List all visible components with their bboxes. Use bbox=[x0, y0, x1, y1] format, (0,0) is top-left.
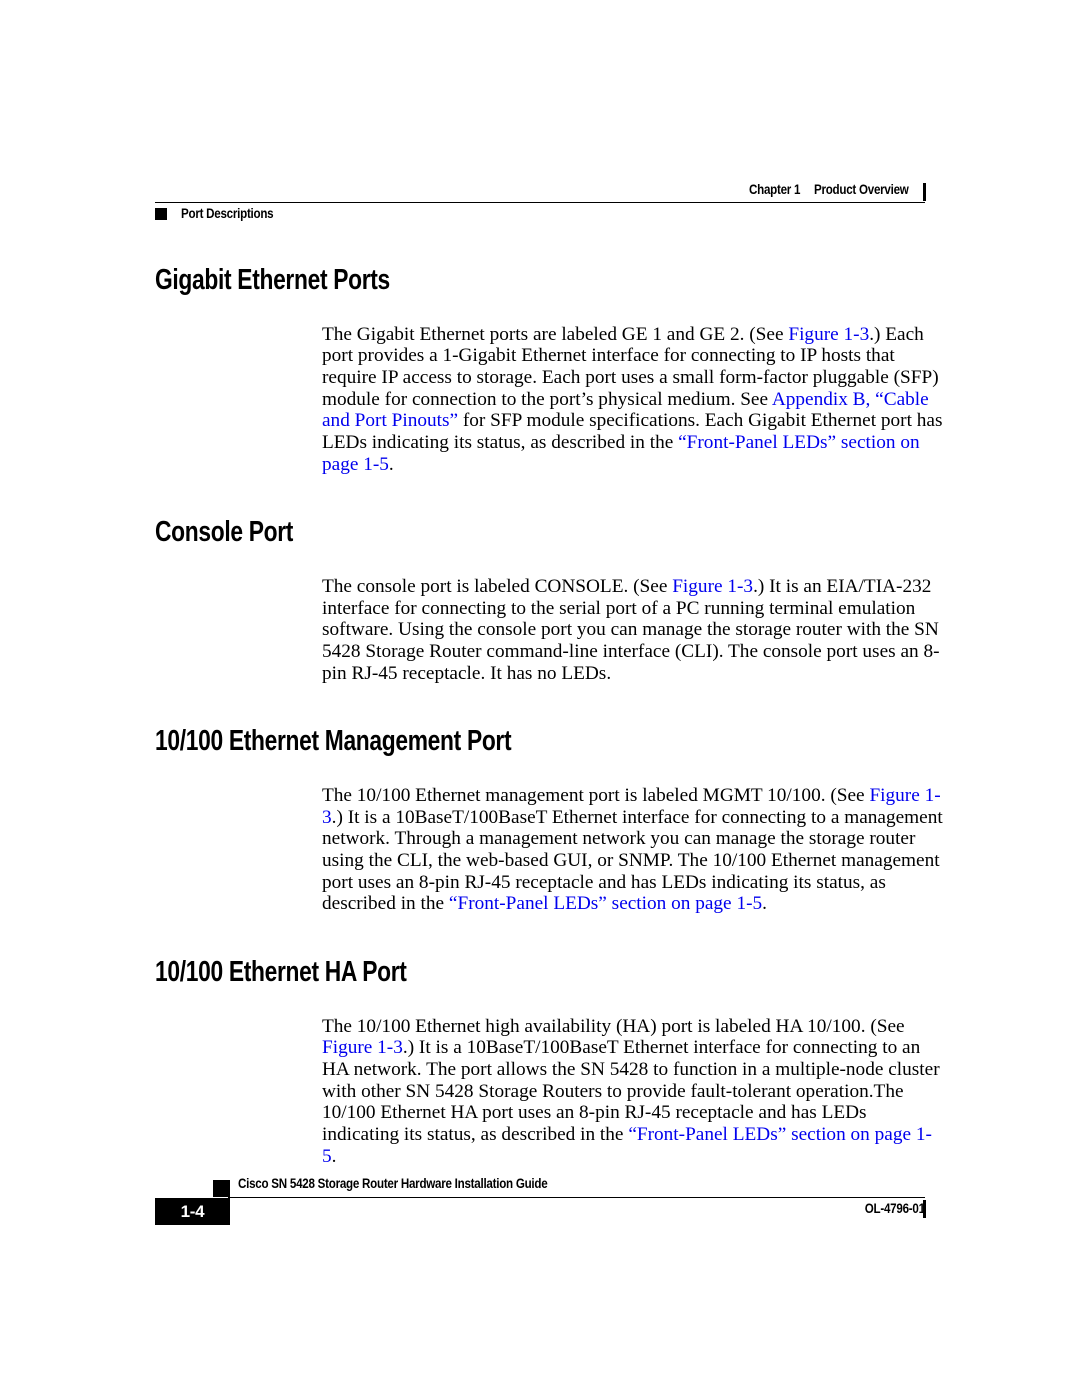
header-section-info: Port Descriptions bbox=[155, 206, 288, 221]
header-edge-tick-icon bbox=[923, 183, 926, 201]
header-chapter-title: Product Overview bbox=[814, 182, 909, 197]
cross-reference-link[interactable]: Figure 1-3 bbox=[322, 1037, 403, 1058]
section-paragraph-gigabit-ethernet-ports: The Gigabit Ethernet ports are labeled G… bbox=[322, 324, 944, 476]
header-chapter-info: Chapter 1 Product Overview bbox=[749, 182, 909, 197]
section-heading-management-port: 10/100 Ethernet Management Port bbox=[155, 725, 512, 758]
cross-reference-link[interactable]: Figure 1-3 bbox=[788, 324, 869, 345]
section-heading-console-port: Console Port bbox=[155, 516, 294, 549]
paragraph-text: The 10/100 Ethernet high availability (H… bbox=[322, 1015, 905, 1037]
section-paragraph-ha-port: The 10/100 Ethernet high availability (H… bbox=[322, 1016, 944, 1168]
document-page: Chapter 1 Product Overview Port Descript… bbox=[0, 0, 1080, 1397]
paragraph-text: The Gigabit Ethernet ports are labeled G… bbox=[322, 323, 789, 345]
cross-reference-link[interactable]: Figure 1-3 bbox=[672, 576, 753, 597]
section-paragraph-console-port: The console port is labeled CONSOLE. (Se… bbox=[322, 576, 944, 685]
paragraph-text: . bbox=[331, 1145, 337, 1167]
black-square-icon bbox=[155, 207, 167, 220]
section-heading-ha-port: 10/100 Ethernet HA Port bbox=[155, 956, 407, 989]
page-content: Gigabit Ethernet Ports The Gigabit Ether… bbox=[155, 266, 945, 1168]
paragraph-text: The console port is labeled CONSOLE. (Se… bbox=[322, 575, 673, 597]
black-square-icon bbox=[213, 1180, 230, 1197]
footer-divider bbox=[228, 1197, 925, 1198]
section-paragraph-management-port: The 10/100 Ethernet management port is l… bbox=[322, 785, 944, 915]
header-section-label: Port Descriptions bbox=[181, 206, 274, 221]
paragraph-text: The 10/100 Ethernet management port is l… bbox=[322, 784, 870, 806]
running-header: Chapter 1 Product Overview Port Descript… bbox=[155, 182, 926, 232]
footer-page-number: 1-4 bbox=[155, 1198, 230, 1225]
footer-document-number: OL-4796-01 bbox=[864, 1201, 925, 1216]
paragraph-text: . bbox=[388, 453, 394, 475]
running-footer: 1-4 Cisco SN 5428 Storage Router Hardwar… bbox=[155, 1168, 945, 1228]
paragraph-text: . bbox=[762, 893, 767, 915]
footer-edge-tick-icon bbox=[923, 1200, 926, 1218]
header-chapter-label: Chapter 1 bbox=[749, 182, 801, 197]
cross-reference-link[interactable]: “Front-Panel LEDs” section on page 1-5 bbox=[449, 893, 762, 914]
header-divider bbox=[155, 202, 925, 203]
section-heading-gigabit-ethernet-ports: Gigabit Ethernet Ports bbox=[155, 264, 390, 296]
footer-guide-title: Cisco SN 5428 Storage Router Hardware In… bbox=[238, 1176, 548, 1191]
